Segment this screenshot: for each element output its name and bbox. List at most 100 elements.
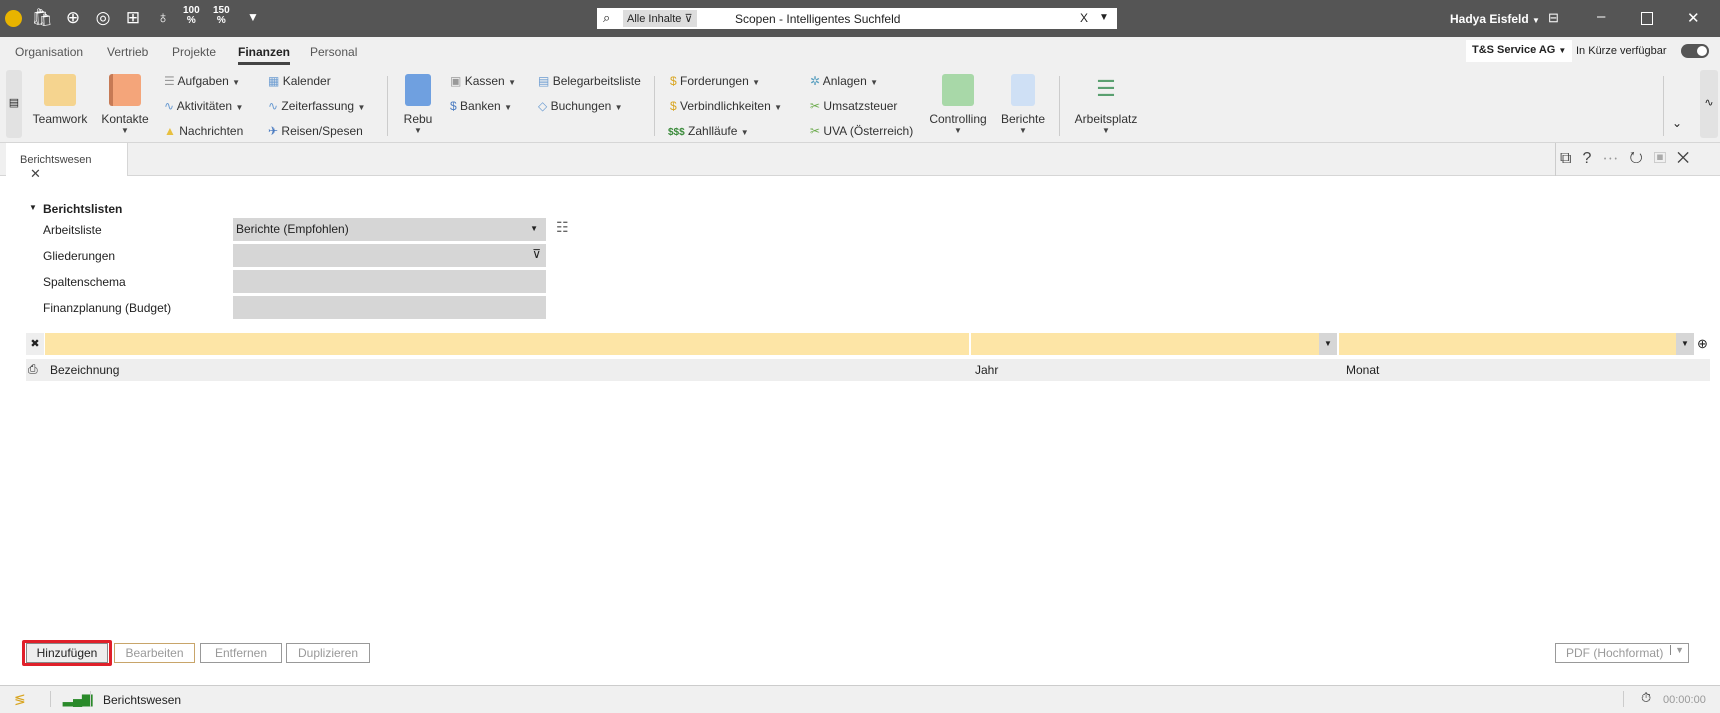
chevron-down-icon: ▼ [1102,126,1110,135]
gliederungen-field[interactable]: ⊽ [233,244,546,267]
zeiterfassung-button[interactable]: ∿ Zeiterfassung ▼ [268,99,365,113]
forderungen-button[interactable]: $ Forderungen ▼ [670,74,760,88]
filter-jahr[interactable]: ▼ [971,333,1337,355]
add-button[interactable]: Hinzufügen [26,643,108,663]
edit-button[interactable]: Bearbeiten [114,643,195,663]
add-list-icon[interactable]: ☷ [556,219,569,236]
lifebuoy-icon[interactable]: ◎ [92,8,114,28]
anlagen-button[interactable]: ✲ Anlagen ▼ [810,74,878,88]
plus-circle-icon[interactable]: ⊕ [62,8,84,28]
column-header-bezeichnung[interactable]: Bezeichnung [50,363,119,377]
shopping-bag-icon[interactable]: 🛍 [31,8,53,28]
search-box[interactable]: ⌕ Alle Inhalte ⊽ Scopen - Intelligentes … [597,8,1117,29]
chevron-down-icon[interactable]: ▼ [1670,645,1684,655]
export-format-select[interactable]: PDF (Hochformat) ▼ [1555,643,1689,663]
tab-organisation[interactable]: Organisation [15,45,83,59]
print-icon[interactable]: ⎙ [28,362,38,377]
verbindlichkeiten-label: Verbindlichkeiten [680,99,771,113]
filter-icon[interactable]: ⊽ [532,247,541,261]
verbindlichkeiten-button[interactable]: $ Verbindlichkeiten ▼ [670,99,782,113]
coming-soon-toggle[interactable] [1681,44,1709,58]
chevron-down-icon: ▼ [232,78,241,87]
umsatzsteuer-button[interactable]: ✂ Umsatzsteuer [810,99,897,113]
app-logo-icon[interactable] [5,10,22,27]
column-header-jahr[interactable]: Jahr [975,363,998,377]
uva-button[interactable]: ✂ UVA (Österreich) [810,124,913,138]
save-icon[interactable]: ▣ [1654,150,1677,167]
chevron-down-icon: ▼ [121,126,129,135]
search-dropdown-icon[interactable]: ▼ [1099,12,1109,23]
clear-search-button[interactable]: X [1080,11,1088,25]
zahllaeufe-label: Zahlläufe [688,124,738,138]
tab-projekte[interactable]: Projekte [172,45,216,59]
minimize-button[interactable]: – [1597,8,1605,25]
user-menu[interactable]: Hadya Eisfeld ▼ [1450,12,1540,26]
kalender-button[interactable]: ▦ Kalender [268,74,331,88]
customize-toolbar-icon[interactable]: ▼ [247,10,259,24]
collapse-section-icon[interactable]: ▼ [29,203,37,212]
traveler-icon: ✈ [268,124,279,138]
refresh-icon[interactable]: ↻ [1629,150,1654,167]
company-selector[interactable]: T&S Service AG ▼ [1466,40,1573,62]
kontakte-button[interactable]: Kontakte ▼ [97,74,153,135]
restore-layout-icon[interactable]: ⊟ [1548,10,1559,26]
ribbon-separator [1663,76,1664,136]
banken-button[interactable]: $ Banken ▼ [450,99,512,113]
controlling-button[interactable]: Controlling ▼ [925,74,991,135]
belegarbeitsliste-button[interactable]: ▤ Belegarbeitsliste [538,74,641,88]
remove-button[interactable]: Entfernen [200,643,282,663]
bookings-icon: ◇ [538,99,548,113]
zahllaeufe-button[interactable]: $$$ Zahlläufe ▼ [668,124,749,138]
spaltenschema-field[interactable] [233,270,546,293]
reisen-spesen-button[interactable]: ✈ Reisen/Spesen [268,124,363,138]
stopwatch-icon[interactable]: ⏱ [1641,690,1651,706]
filter-monat[interactable]: ▼ [1339,333,1694,355]
help-icon[interactable]: ? [1582,150,1602,167]
arbeitsplatz-button[interactable]: ☰ Arbeitsplatz ▼ [1070,74,1142,135]
clear-filter-icon[interactable]: ✖ [26,333,44,355]
column-header-monat[interactable]: Monat [1346,363,1379,377]
tab-vertrieb[interactable]: Vertrieb [107,45,148,59]
filter-bezeichnung[interactable] [45,333,969,355]
search-input[interactable]: Scopen - Intelligentes Suchfeld [735,12,900,26]
aufgaben-button[interactable]: ☰ Aufgaben ▼ [164,74,240,88]
payment-runs-icon: $$$ [668,127,685,138]
maximize-button[interactable] [1641,12,1653,25]
duplicate-button[interactable]: Duplizieren [286,643,370,663]
zoom-150-button[interactable]: 150% [213,6,230,26]
rebu-button[interactable]: Rebu ▼ [400,74,436,135]
arbeitsliste-select[interactable]: Berichte (Empfohlen) ▼ [233,218,546,241]
quick-actions-icon[interactable]: ≶ [14,691,26,708]
doc-tab-berichtswesen[interactable]: Berichtswesen ✕ [6,143,128,181]
teamwork-button[interactable]: Teamwork [30,74,90,126]
activity-panel-icon[interactable]: ∿ [1700,70,1718,138]
chevron-down-icon: ▼ [870,78,879,87]
close-tab-icon[interactable]: ✕ [30,166,41,181]
bank-icon: $ [450,99,457,113]
kassen-button[interactable]: ▣ Kassen ▼ [450,74,516,88]
copy-window-icon[interactable]: ⧉ [1560,150,1582,167]
more-icon[interactable]: ⋯ [1602,150,1629,167]
lightbulb-icon[interactable]: ♁ [152,8,174,28]
aktivitaeten-button[interactable]: ∿ Aktivitäten ▼ [164,99,243,113]
add-column-icon[interactable]: ⊕ [1697,336,1708,352]
chevron-down-icon: ▼ [508,78,516,87]
berichte-button[interactable]: Berichte ▼ [999,74,1047,135]
close-icon[interactable]: ✕ [1677,150,1700,167]
buchungen-button[interactable]: ◇ Buchungen ▼ [538,99,623,113]
nachrichten-button[interactable]: ▲ Nachrichten [164,124,243,138]
finanzplanung-field[interactable] [233,296,546,319]
calendar-plus-icon[interactable]: ⊞ [122,8,144,28]
search-scope-selector[interactable]: Alle Inhalte ⊽ [623,10,697,27]
chevron-down-icon[interactable]: ▼ [1319,333,1337,355]
chevron-down-icon: ▼ [1558,46,1567,55]
chevron-down-icon[interactable]: ▼ [1676,333,1694,355]
close-window-button[interactable]: ✕ [1687,9,1700,27]
tab-finanzen[interactable]: Finanzen [238,45,291,65]
zoom-100-button[interactable]: 100% [183,6,200,26]
tab-personal[interactable]: Personal [310,45,357,59]
sidebar-toggle-icon[interactable]: ▤ [6,70,22,138]
forderungen-label: Forderungen [680,74,749,88]
filter-icon: ⊽ [684,13,693,25]
expand-ribbon-icon[interactable]: ⌄ [1672,116,1682,130]
